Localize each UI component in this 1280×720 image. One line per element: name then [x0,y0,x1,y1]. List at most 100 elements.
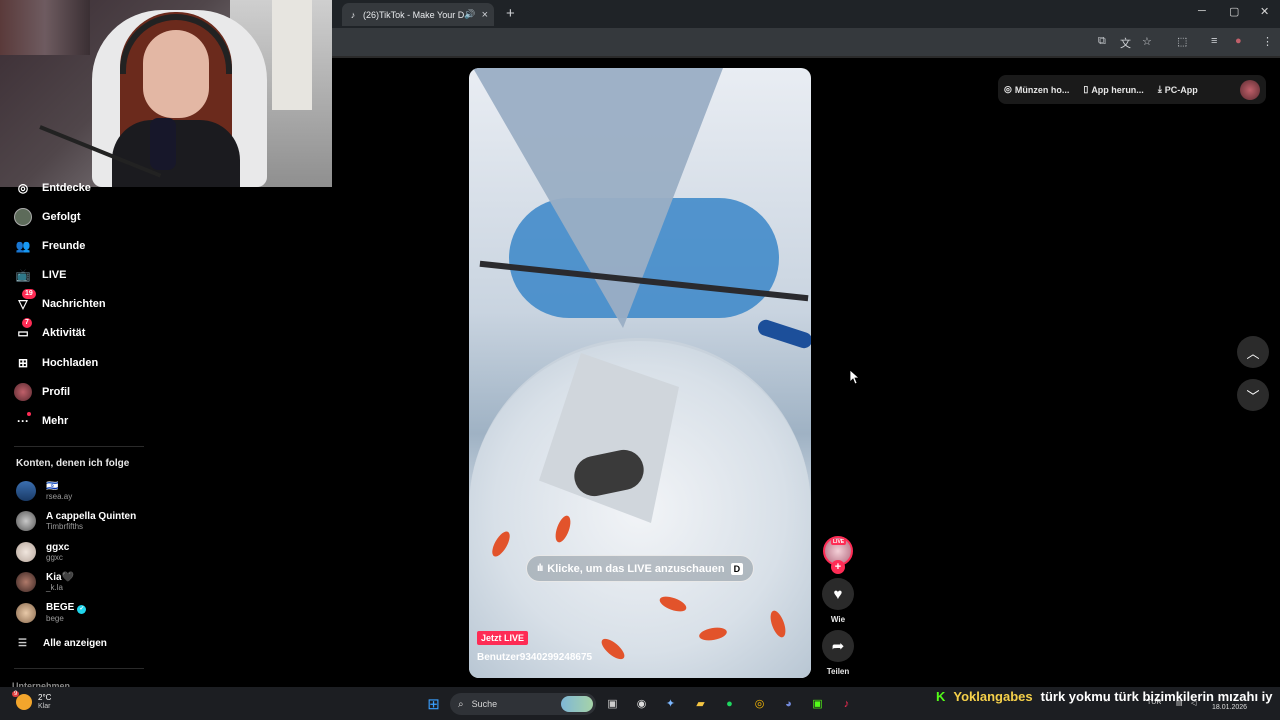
search-placeholder: Suche [471,699,498,709]
user-avatar[interactable] [1240,79,1260,100]
extensions-icon[interactable]: ⬚ [1177,35,1187,48]
more-icon: ··· [17,412,31,428]
browser-tab-tiktok[interactable]: ♪ (26)TikTok - Make Your Day 🔊 × [342,3,494,26]
account-item[interactable]: Kia🖤 _k.la [16,570,74,594]
minimize-window-button[interactable]: ─ [1198,5,1206,17]
streamer-body [112,120,240,187]
like-label: Wie [830,615,846,624]
nav-label: Entdecke [42,182,91,194]
nav-aktivitaet[interactable]: ▭ 7 Aktivität [14,318,85,344]
spotify-icon[interactable]: ● [721,695,738,712]
avatar [16,603,36,623]
taskbar-date[interactable]: 18.01.2026 [1212,704,1247,711]
nav-label: Gefolgt [42,211,81,223]
copilot-icon[interactable]: ✦ [662,695,679,712]
close-tab-icon[interactable]: × [482,9,488,21]
top-actions-bar: ◎ Münzen ho... ▯ App herun... ⤓ PC-App [998,75,1266,104]
chat-ticker-overlay: K Yoklangabes türk yokmu türk bizimkiler… [936,687,1280,705]
discord-icon[interactable]: ◕ [780,695,797,712]
weather-badge: 9 [12,691,20,697]
previous-video-button[interactable]: ︿ [1237,336,1269,368]
like-button[interactable]: ♥ [822,578,854,610]
nav-entdecke[interactable]: ◎ Entdecke [14,177,91,199]
weather-widget[interactable]: 9 2°C Klar [12,691,51,711]
tiktok-app-icon[interactable]: ♪ [838,695,855,712]
account-item[interactable]: A cappella Quinten Timbrfifths [16,509,136,533]
chat-message: türk yokmu türk bizimkilerin mızahı iy [1040,688,1273,704]
live-tv-icon: 📺 [15,268,31,282]
nav-label: Freunde [42,240,86,252]
friends-icon: 👥 [15,239,31,253]
account-handle: Timbrfifths [46,521,84,531]
upload-icon: ⊞ [17,356,29,370]
bookmark-star-icon[interactable]: ☆ [1142,35,1152,48]
pc-app-button[interactable]: ⤓ PC-App [1158,84,1198,95]
next-video-button[interactable]: ﹀ [1237,379,1269,411]
browser-toolbar: ⧉ 文 ☆ ⬚ ≡ ● ⋮ [332,28,1280,56]
tiktok-icon: ♪ [350,9,356,20]
search-highlight-image [561,696,593,712]
obs-icon[interactable]: ◉ [633,695,650,712]
nav-profil[interactable]: Profil [14,381,70,403]
watch-live-button[interactable]: ılı Klicke, um das LIVE anzuschauen D [526,555,754,582]
maximize-window-button[interactable]: ▢ [1229,5,1239,18]
menu-kebab-icon[interactable]: ⋮ [1262,35,1273,48]
share-label: Teilen [826,667,850,676]
nav-freunde[interactable]: 👥 Freunde [14,235,86,257]
download-icon: ⤓ [1157,84,1162,94]
weather-sun-icon: 9 [12,691,32,710]
sidebar-divider [14,668,144,669]
account-item[interactable]: BEGE ✓ bege [16,601,87,625]
watch-live-label: Klicke, um das LIVE anzuschauen [547,562,725,575]
tab-title: (26)TikTok - Make Your Day [363,9,465,20]
task-view-icon[interactable]: ▣ [604,695,621,712]
video-player[interactable]: ılı Klicke, um das LIVE anzuschauen D Je… [469,68,811,678]
share-button[interactable]: ➦ [822,630,854,662]
live-tag: LIVE [831,539,847,545]
chevron-down-icon: ﹀ [1246,388,1260,404]
nav-label: Profil [42,386,71,398]
kick-icon[interactable]: ▣ [809,695,826,712]
heart-icon: ♥ [833,585,843,603]
account-item[interactable]: 🇮🇱 rsea.ay [16,479,72,503]
chrome-icon[interactable]: ◎ [751,695,768,712]
download-app-label: App herun... [1091,84,1144,95]
profile-icon[interactable]: ● [1235,35,1242,47]
nav-hochladen[interactable]: ⊞ Hochladen [14,352,98,374]
new-tab-button[interactable]: + [506,5,515,22]
windows-taskbar: 9 2°C Klar ⊞ ⌕ Suche ▣ ◉ ✦ ▰ ● ◎ ◕ ▣ ♪ ⌃… [0,687,1280,720]
cast-icon[interactable]: ⧉ [1098,35,1106,48]
nav-nachrichten[interactable]: ▽ 19 Nachrichten [14,289,106,315]
webcam-overlay [0,0,332,187]
show-all-button[interactable]: ☰ Alle anzeigen [18,638,107,649]
account-item[interactable]: ggxc ggxc [16,540,69,564]
avatar [16,481,36,501]
media-control-icon[interactable]: ≡ [1211,35,1217,47]
get-coins-button[interactable]: ◎ Münzen ho... [1004,84,1069,95]
chat-username: Yoklangabes [953,688,1033,704]
mouse-cursor-icon [849,369,861,390]
activity-icon: ▭ 7 [14,318,32,342]
windows-start-icon[interactable]: ⊞ [425,695,442,713]
close-window-button[interactable]: ✕ [1260,5,1269,18]
creator-username[interactable]: Benutzer9340299248675 [477,652,592,663]
live-bars-icon: ılı [536,563,543,574]
follow-plus-button[interactable]: + [831,560,845,574]
nav-mehr[interactable]: ··· Mehr [14,410,68,432]
nav-live[interactable]: 📺 LIVE [14,264,67,286]
download-app-button[interactable]: ▯ App herun... [1083,84,1143,95]
video-tool-handle [755,317,811,351]
translate-icon[interactable]: 文 [1120,35,1131,51]
tiktok-sidebar: ◎ Entdecke Gefolgt 👥 Freunde 📺 LIVE ▽ 19 … [0,181,160,691]
taskbar-search[interactable]: ⌕ Suche [450,693,596,715]
browser-tab-strip: ♪ (26)TikTok - Make Your Day 🔊 × + ─ ▢ ✕ [332,0,1280,28]
account-name: BEGE ✓ [46,602,87,614]
file-explorer-icon[interactable]: ▰ [692,695,709,712]
following-avatar-icon [14,208,32,226]
shortcut-key: D [730,562,744,575]
tab-audio-icon[interactable]: 🔊 [464,9,475,20]
chevron-up-icon: ︿ [1246,345,1260,361]
avatar [16,511,36,531]
account-name: A cappella Quinten [46,510,137,522]
nav-gefolgt[interactable]: Gefolgt [14,206,81,228]
